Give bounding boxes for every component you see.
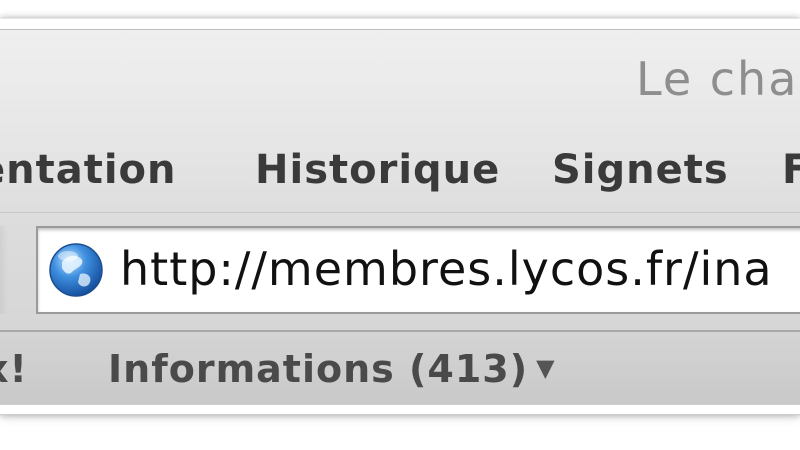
menu-item-historique[interactable]: Historique <box>255 147 500 193</box>
bookmark-item-partial[interactable]: x! <box>0 347 28 391</box>
dropdown-arrow-icon: ▼ <box>536 354 556 382</box>
bookmark-item-informations[interactable]: Informations (413) ▼ <box>108 347 556 391</box>
menu-bar: entation Historique Signets F <box>0 125 800 215</box>
toolbar-divider <box>0 212 800 213</box>
screenshot-frame: Le cha entation Historique Signets F <box>0 18 800 415</box>
address-bar[interactable] <box>36 226 800 314</box>
globe-icon <box>49 243 103 297</box>
bookmarks-bar: x! Informations (413)▼ <box>0 332 800 404</box>
title-bar: Le cha <box>0 30 800 125</box>
browser-window: Le cha entation Historique Signets F <box>0 29 800 405</box>
bookmark-label: Informations (413) <box>108 347 529 391</box>
menu-item-next[interactable]: F <box>782 147 800 193</box>
url-input[interactable] <box>120 242 800 296</box>
menu-item-presentation[interactable]: entation <box>0 147 177 193</box>
address-bar-edge <box>0 226 8 314</box>
menu-item-signets[interactable]: Signets <box>552 147 729 193</box>
window-title: Le cha <box>636 52 799 106</box>
